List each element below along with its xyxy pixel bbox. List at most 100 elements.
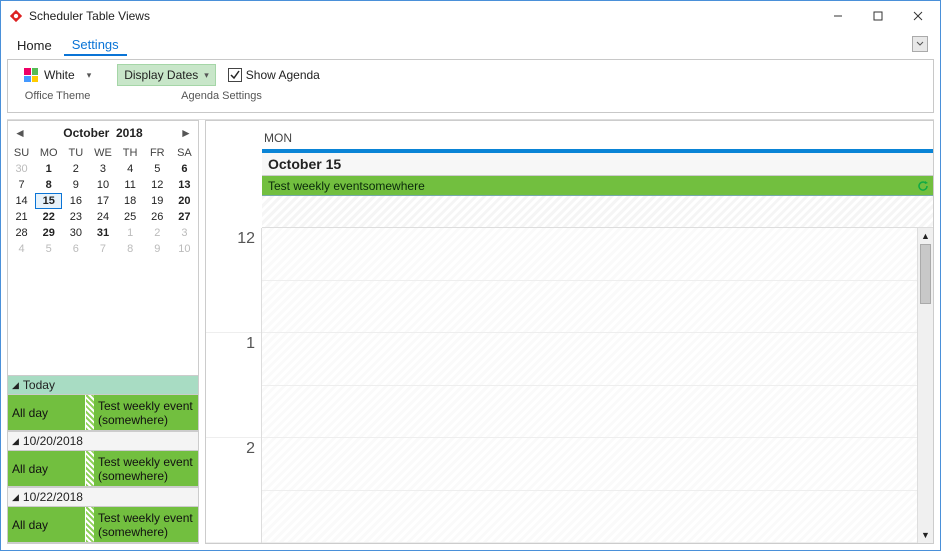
calendar-day[interactable]: 26 [144,209,171,225]
agenda-event: Test weekly event(somewhere) [94,507,198,542]
agenda-event-row[interactable]: All dayTest weekly event(somewhere) [8,395,198,431]
calendar-day[interactable]: 31 [89,225,116,241]
checkbox-icon [228,68,242,82]
calendar-day[interactable]: 25 [117,209,144,225]
calendar-day[interactable]: 7 [89,241,116,257]
recurrence-stripe [86,451,94,486]
calendar-day[interactable]: 3 [171,225,198,241]
calendar-day[interactable]: 2 [62,161,89,177]
calendar-day[interactable]: 18 [117,193,144,209]
calendar-day[interactable]: 2 [144,225,171,241]
ribbon-group-theme: White ▾ Office Theme [8,62,107,112]
refresh-icon[interactable] [913,180,933,192]
calendar-day[interactable]: 27 [171,209,198,225]
prev-month-button[interactable]: ◄ [12,126,28,140]
date-nav-title[interactable]: October 2018 [38,126,168,140]
calendar-day[interactable]: 28 [8,225,35,241]
calendar-day[interactable]: 7 [8,177,35,193]
menu-home[interactable]: Home [9,34,60,55]
calendar-day[interactable]: 14 [8,193,35,209]
time-slots[interactable] [262,228,917,543]
agenda-group-header[interactable]: ◢10/20/2018 [8,431,198,451]
calendar-day[interactable]: 30 [8,161,35,177]
time-slot[interactable] [262,228,917,281]
calendar-day[interactable]: 3 [89,161,116,177]
calendar-day[interactable]: 4 [8,241,35,257]
maximize-button[interactable] [858,2,898,30]
calendar-day[interactable]: 8 [117,241,144,257]
scroll-up-button[interactable]: ▲ [918,228,933,244]
show-agenda-checkbox[interactable]: Show Agenda [222,65,326,85]
chevron-down-icon: ▾ [204,70,209,81]
calendar-day[interactable]: 21 [8,209,35,225]
calendar-day[interactable]: 12 [144,177,171,193]
agenda-event-row[interactable]: All dayTest weekly event(somewhere) [8,451,198,487]
agenda-event: Test weekly event(somewhere) [94,451,198,486]
calendar-day[interactable]: 4 [117,161,144,177]
ribbon-collapse-button[interactable] [912,36,928,52]
calendar-day[interactable]: 6 [62,241,89,257]
time-slot[interactable] [262,281,917,334]
theme-picker[interactable]: White ▾ [18,66,97,84]
calendar-day[interactable]: 24 [89,209,116,225]
calendar-day[interactable]: 20 [171,193,198,209]
time-slot[interactable] [262,491,917,544]
scroll-track[interactable] [918,244,933,527]
calendar-day[interactable]: 6 [171,161,198,177]
vertical-scrollbar[interactable]: ▲ ▼ [917,228,933,543]
calendar-day[interactable]: 17 [89,193,116,209]
agenda-time: All day [8,507,86,542]
calendar-day[interactable]: 22 [35,209,62,225]
minimize-button[interactable] [818,2,858,30]
chevron-down-icon: ▾ [87,70,92,81]
date-navigator-header: ◄ October 2018 ► [8,121,198,145]
menu-settings[interactable]: Settings [64,33,127,56]
agenda-group-header[interactable]: ◢Today [8,375,198,395]
agenda-event-row[interactable]: All dayTest weekly event(somewhere) [8,507,198,543]
title-bar: Scheduler Table Views [1,1,940,31]
all-day-event[interactable]: Test weekly eventsomewhere [262,176,933,196]
calendar-day[interactable]: 19 [144,193,171,209]
day-of-week-label: FR [144,145,171,161]
calendar-day[interactable]: 30 [62,225,89,241]
calendar-day[interactable]: 1 [117,225,144,241]
ribbon: White ▾ Office Theme Display Dates ▾ Sho… [7,59,934,113]
hour-label: 1 [206,333,261,438]
scroll-thumb[interactable] [920,244,931,304]
day-of-week-label: SA [171,145,198,161]
scroll-down-button[interactable]: ▼ [918,527,933,543]
time-slot[interactable] [262,386,917,439]
display-dates-dropdown[interactable]: Display Dates ▾ [117,64,216,86]
agenda-event: Test weekly event(somewhere) [94,395,198,430]
time-slot[interactable] [262,438,917,491]
app-icon [9,9,23,23]
calendar-day[interactable]: 13 [171,177,198,193]
all-day-area[interactable] [262,196,933,228]
calendar-day[interactable]: 23 [62,209,89,225]
ribbon-group-label: Agenda Settings [181,90,262,102]
calendar-day[interactable]: 29 [35,225,62,241]
calendar-day[interactable]: 9 [144,241,171,257]
calendar-day[interactable]: 16 [62,193,89,209]
calendar-day[interactable]: 1 [35,161,62,177]
calendar-day[interactable]: 5 [144,161,171,177]
day-of-week-label: WE [89,145,116,161]
calendar-day[interactable]: 10 [171,241,198,257]
calendar-day[interactable]: 5 [35,241,62,257]
agenda-group-header[interactable]: ◢10/22/2018 [8,487,198,507]
menu-bar: Home Settings [1,31,940,57]
ribbon-group-label: Office Theme [25,90,91,102]
theme-swatch-icon [24,68,38,82]
close-button[interactable] [898,2,938,30]
calendar-day[interactable]: 9 [62,177,89,193]
calendar-day[interactable]: 15 [35,193,62,209]
day-of-week-label: TH [117,145,144,161]
hour-label: 2 [206,438,261,543]
calendar-day[interactable]: 8 [35,177,62,193]
time-slot[interactable] [262,333,917,386]
calendar-day[interactable]: 10 [89,177,116,193]
calendar-day[interactable]: 11 [117,177,144,193]
next-month-button[interactable]: ► [178,126,194,140]
time-gutter: 1212 [206,228,262,543]
collapse-icon: ◢ [12,436,19,447]
